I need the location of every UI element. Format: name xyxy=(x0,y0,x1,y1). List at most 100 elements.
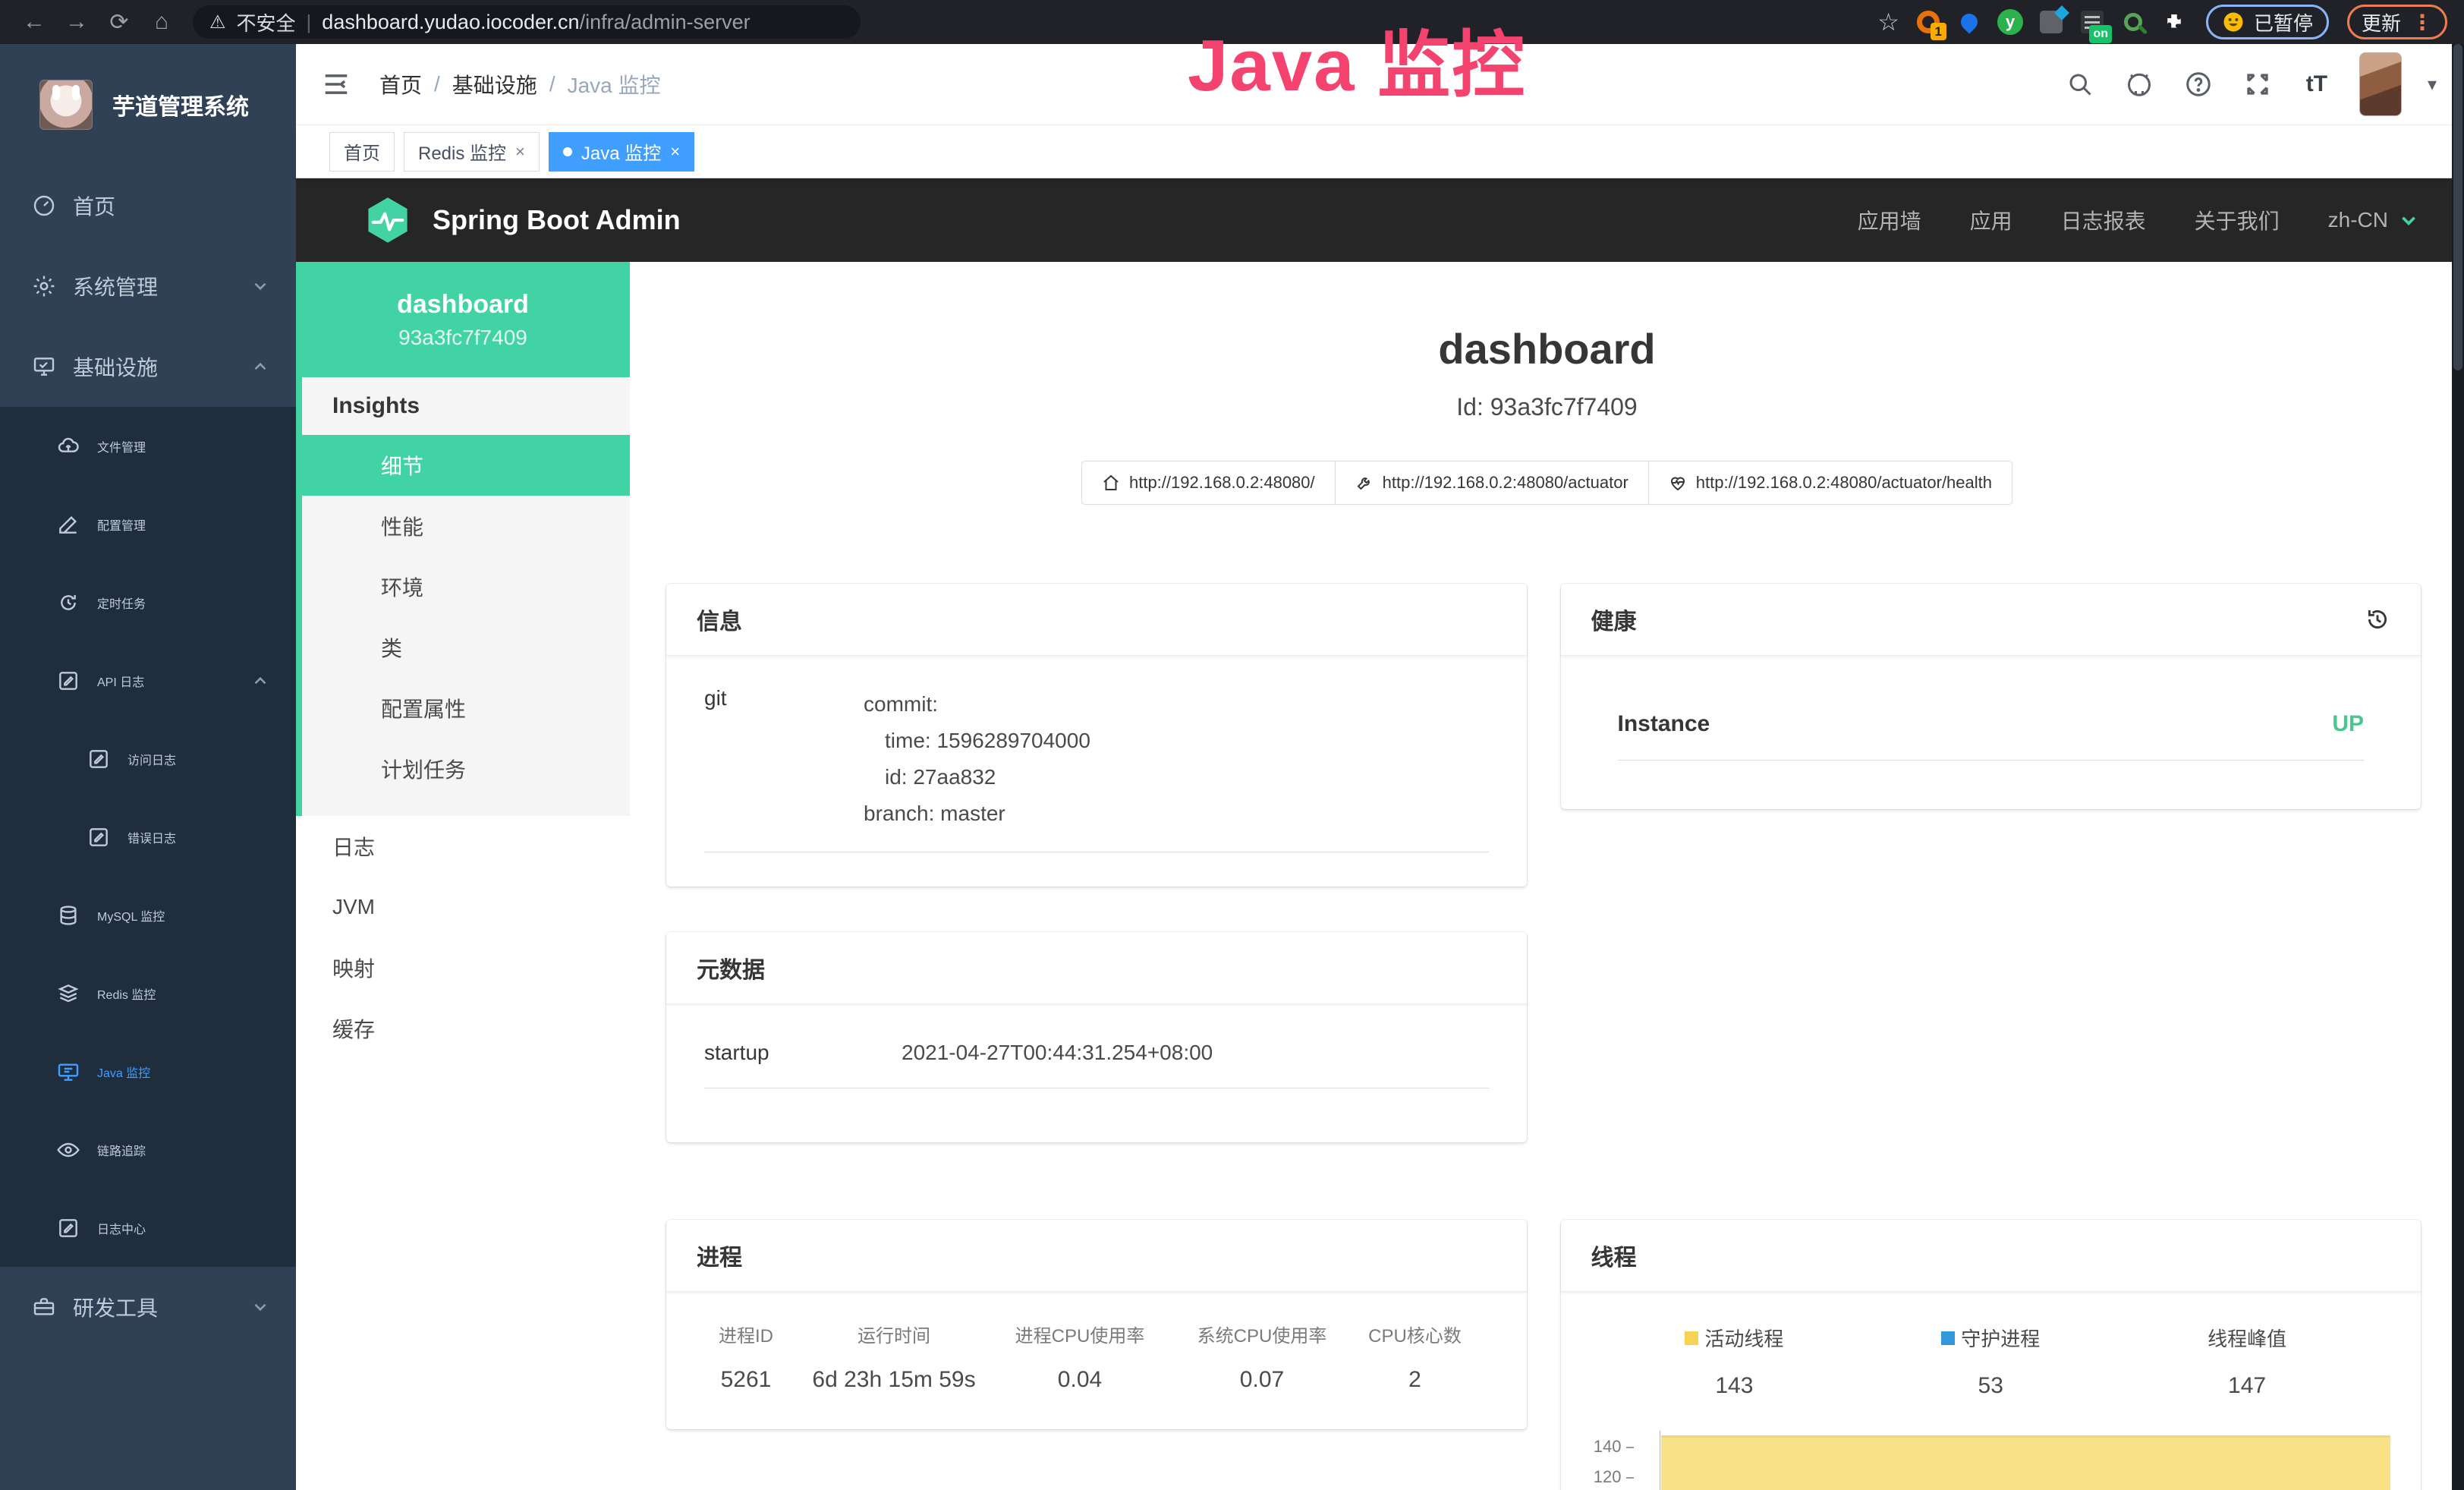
close-icon[interactable]: × xyxy=(515,142,525,162)
process-card: 进程 进程ID 运行时间 进程CPU使用率 系统CPU使用率 CPU核心数 52… xyxy=(666,1220,1527,1429)
user-avatar[interactable] xyxy=(2359,52,2402,116)
info-card-title: 信息 xyxy=(697,603,742,636)
forward-icon[interactable]: → xyxy=(59,5,94,39)
page-scrollbar[interactable] xyxy=(2452,44,2464,1490)
page-subtitle: Id: 93a3fc7f7409 xyxy=(630,393,2464,421)
app-logo-image xyxy=(39,80,93,130)
breadcrumb-home[interactable]: 首页 xyxy=(379,69,422,99)
history-icon[interactable] xyxy=(2365,606,2390,632)
sidebar-item-trace[interactable]: 链路追踪 xyxy=(0,1110,296,1189)
sba-nav-journal[interactable]: 日志报表 xyxy=(2061,205,2146,235)
daemon-threads-swatch xyxy=(1941,1331,1955,1345)
bookmark-star-icon[interactable]: ☆ xyxy=(1877,8,1899,36)
tag-java-monitor[interactable]: Java 监控 × xyxy=(549,132,694,172)
sidebar-item-error-log[interactable]: 错误日志 xyxy=(0,798,296,876)
instance-name: dashboard xyxy=(397,290,529,320)
health-url-button[interactable]: http://192.168.0.2:48080/actuator/health xyxy=(1649,461,2012,505)
reload-icon[interactable]: ⟳ xyxy=(102,5,137,39)
sba-menu-mappings[interactable]: 映射 xyxy=(296,937,630,998)
process-table: 进程ID 运行时间 进程CPU使用率 系统CPU使用率 CPU核心数 5261 … xyxy=(693,1321,1500,1399)
sidebar-item-log-center[interactable]: 日志中心 xyxy=(0,1189,296,1267)
github-icon[interactable] xyxy=(2123,68,2156,101)
user-menu-caret-icon[interactable]: ▾ xyxy=(2428,74,2437,96)
service-url-button[interactable]: http://192.168.0.2:48080/ xyxy=(1081,461,1336,505)
browser-menu-icon[interactable]: ⋮ xyxy=(2412,10,2433,35)
tag-redis-monitor[interactable]: Redis 监控 × xyxy=(404,132,540,172)
metadata-card: 元数据 startup 2021-04-27T00:44:31.254+08:0… xyxy=(666,932,1527,1142)
font-size-icon[interactable]: tT xyxy=(2300,68,2333,101)
sba-brand-title[interactable]: Spring Boot Admin xyxy=(433,204,681,236)
emoji-face-icon xyxy=(2222,11,2245,33)
extension-grid-icon[interactable] xyxy=(2034,5,2068,39)
sidebar-item-system-management[interactable]: 系统管理 xyxy=(0,246,296,326)
chevron-up-icon xyxy=(250,671,270,691)
app-logo-row[interactable]: 芋道管理系统 xyxy=(0,44,296,165)
sba-menu-logging[interactable]: 日志 xyxy=(296,816,630,877)
help-icon[interactable] xyxy=(2182,68,2215,101)
sba-nav-applications[interactable]: 应用 xyxy=(1970,205,2012,235)
sidebar-collapse-icon[interactable] xyxy=(320,68,352,100)
page-title: dashboard xyxy=(630,324,2464,373)
home-icon[interactable]: ⌂ xyxy=(144,5,179,39)
cloud-upload-icon xyxy=(55,433,82,460)
sidebar-item-infrastructure[interactable]: 基础设施 xyxy=(0,326,296,407)
instance-block[interactable]: dashboard 93a3fc7f7409 xyxy=(296,262,630,377)
back-icon[interactable]: ← xyxy=(17,5,52,39)
extension-refresh-icon[interactable]: 1 xyxy=(1912,5,1945,39)
sidebar-item-redis-monitor[interactable]: Redis 监控 xyxy=(0,954,296,1032)
scrollbar-thumb[interactable] xyxy=(2453,44,2462,370)
home-icon xyxy=(1102,474,1120,492)
sidebar-item-file-management[interactable]: 文件管理 xyxy=(0,407,296,485)
extension-y-icon[interactable]: y xyxy=(1994,5,2027,39)
profile-paused-pill[interactable]: 已暂停 xyxy=(2206,5,2329,39)
language-selector[interactable]: zh-CN xyxy=(2328,208,2418,232)
sidebar-item-home[interactable]: 首页 xyxy=(0,165,296,246)
sba-menu-classes[interactable]: 类 xyxy=(302,617,630,678)
active-threads-value: 143 xyxy=(1606,1373,1863,1399)
chevron-up-icon xyxy=(250,357,270,376)
fullscreen-icon[interactable] xyxy=(2241,68,2274,101)
close-icon[interactable]: × xyxy=(670,142,680,162)
update-browser-button[interactable]: 更新 ⋮ xyxy=(2347,5,2447,39)
sidebar-item-api-log[interactable]: API 日志 xyxy=(0,641,296,720)
breadcrumb-infrastructure[interactable]: 基础设施 xyxy=(452,69,537,99)
git-info-row: git commit: time: 1596289704000 id: 27aa… xyxy=(704,686,1489,852)
extension-search-icon[interactable] xyxy=(2116,5,2150,39)
app-sidebar: 芋道管理系统 首页 系统管理 基础设施 文件管理 xyxy=(0,44,296,1490)
sidebar-item-dev-tools[interactable]: 研发工具 xyxy=(0,1267,296,1347)
toolbox-icon xyxy=(30,1293,58,1321)
actuator-url-button[interactable]: http://192.168.0.2:48080/actuator xyxy=(1336,461,1649,505)
git-key: git xyxy=(704,686,856,832)
sba-menu-details[interactable]: 细节 xyxy=(302,435,630,496)
search-icon[interactable] xyxy=(2063,68,2097,101)
sidebar-item-access-log[interactable]: 访问日志 xyxy=(0,720,296,798)
address-bar[interactable]: ⚠ 不安全 | dashboard.yudao.iocoder.cn/infra… xyxy=(193,5,861,39)
sba-nav-wallboard[interactable]: 应用墙 xyxy=(1858,205,1921,235)
sidebar-item-java-monitor[interactable]: Java 监控 xyxy=(0,1032,296,1110)
sidebar-item-scheduled-tasks[interactable]: 定时任务 xyxy=(0,563,296,641)
sidebar-item-mysql-monitor[interactable]: MySQL 监控 xyxy=(0,876,296,954)
extension-switch-icon[interactable]: on xyxy=(2075,5,2109,39)
database-icon xyxy=(55,902,82,929)
sba-sidebar: dashboard 93a3fc7f7409 Insights 细节 性能 环境… xyxy=(296,262,630,1490)
tag-home[interactable]: 首页 xyxy=(329,132,395,172)
heartbeat-icon xyxy=(1669,474,1687,492)
error-log-icon xyxy=(85,824,112,851)
instance-id: 93a3fc7f7409 xyxy=(398,326,527,350)
extensions-puzzle-icon[interactable] xyxy=(2157,5,2191,39)
sba-menu-caches[interactable]: 缓存 xyxy=(296,998,630,1059)
sba-menu-scheduled-tasks[interactable]: 计划任务 xyxy=(302,739,630,799)
extension-pin-icon[interactable] xyxy=(1953,5,1986,39)
edit-icon xyxy=(55,511,82,538)
sba-nav-about[interactable]: 关于我们 xyxy=(2195,205,2280,235)
sba-menu-config-props[interactable]: 配置属性 xyxy=(302,678,630,739)
sba-menu-metrics[interactable]: 性能 xyxy=(302,496,630,556)
chevron-down-icon xyxy=(2399,210,2418,230)
sba-header: Spring Boot Admin 应用墙 应用 日志报表 关于我们 zh-CN xyxy=(296,178,2464,262)
sba-menu-environment[interactable]: 环境 xyxy=(302,556,630,617)
sidebar-item-config-management[interactable]: 配置管理 xyxy=(0,485,296,563)
threads-card-title: 线程 xyxy=(1591,1239,1637,1272)
cpu-cores-value: 2 xyxy=(1353,1367,1477,1393)
sba-menu-jvm[interactable]: JVM xyxy=(296,877,630,937)
instance-health-row[interactable]: Instance UP xyxy=(1618,698,2365,761)
